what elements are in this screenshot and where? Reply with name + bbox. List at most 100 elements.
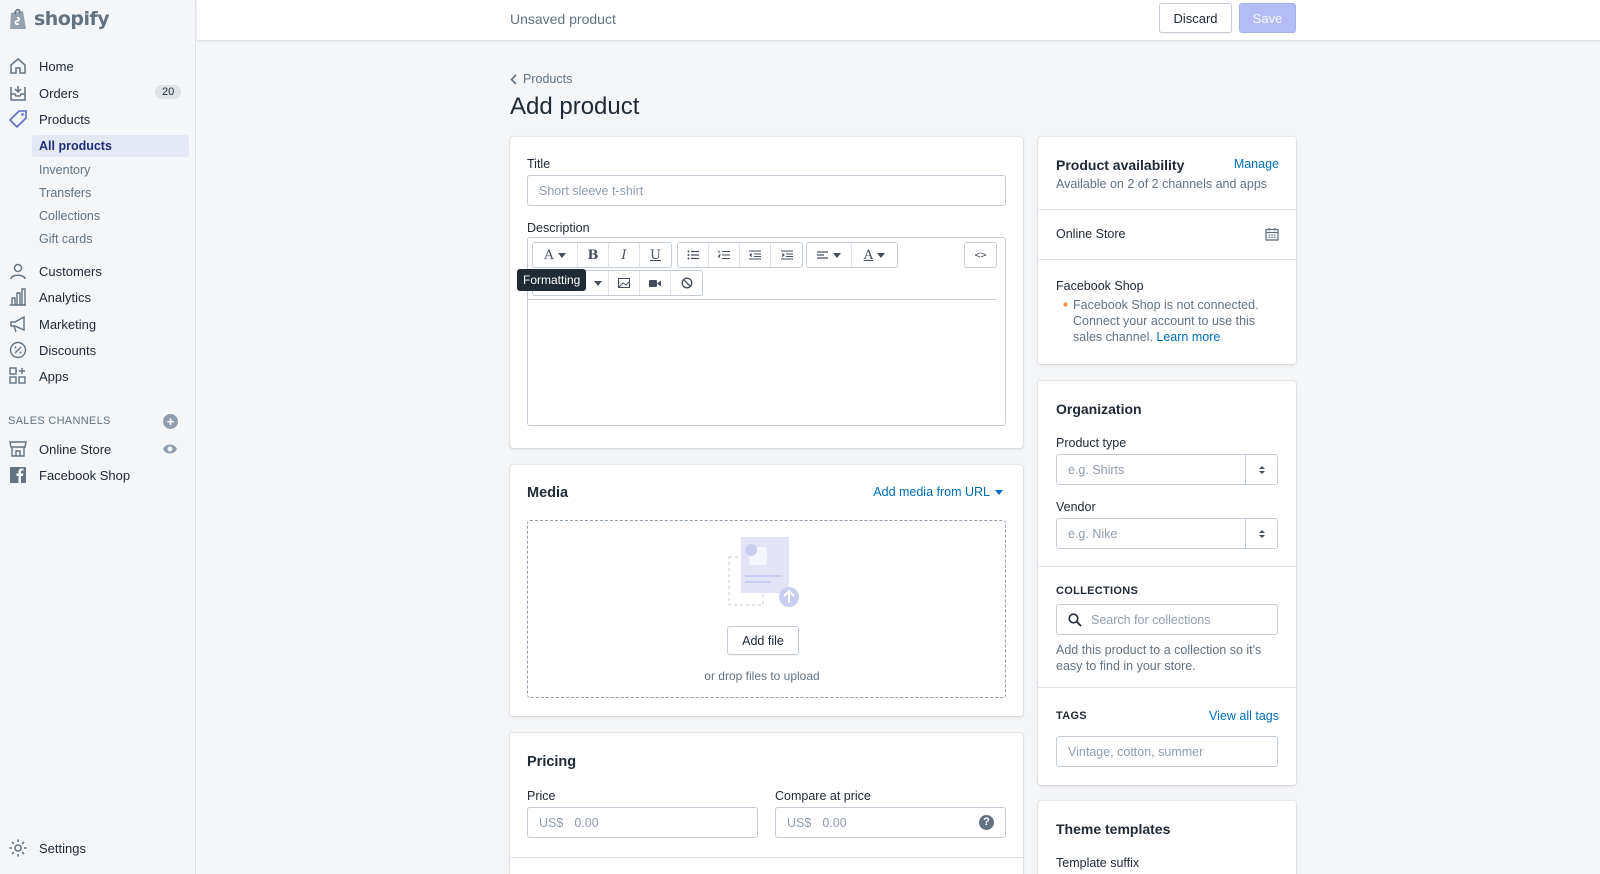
align-dropdown[interactable]	[807, 243, 852, 267]
top-bar: Unsaved product Discard Save	[197, 0, 1600, 41]
sub-collections[interactable]: Collections	[32, 205, 189, 227]
shopify-logo[interactable]: shopify	[8, 5, 110, 33]
select-arrows-icon	[1245, 519, 1277, 548]
brand-name: shopify	[34, 8, 110, 30]
product-type-label: Product type	[1056, 436, 1127, 450]
nav-orders[interactable]: Orders 20	[0, 80, 196, 106]
clear-formatting-button[interactable]	[671, 271, 702, 295]
theme-templates-heading: Theme templates	[1056, 821, 1171, 837]
view-all-tags-link[interactable]: View all tags	[1209, 709, 1279, 723]
discard-button[interactable]: Discard	[1159, 3, 1232, 33]
html-source-button[interactable]: <>	[965, 243, 996, 267]
price-input[interactable]: US$ 0.00	[527, 807, 758, 838]
store-icon	[9, 441, 27, 457]
toolbar-group-html: <>	[964, 242, 997, 268]
nav-label: Apps	[39, 368, 69, 384]
search-icon	[1068, 613, 1082, 627]
bullet-list-button[interactable]	[678, 243, 709, 267]
title-label: Title	[527, 157, 551, 171]
pricing-heading: Pricing	[527, 754, 577, 770]
insert-image-button[interactable]	[609, 271, 640, 295]
text-color-dropdown[interactable]: A	[852, 243, 897, 267]
currency-prefix: US$	[787, 815, 812, 830]
sub-transfers[interactable]: Transfers	[32, 182, 189, 204]
underline-button[interactable]: U	[640, 243, 671, 267]
nav-customers[interactable]: Customers	[0, 258, 196, 284]
organization-divider	[1038, 687, 1296, 688]
nav-label: Products	[39, 111, 91, 127]
media-heading: Media	[527, 485, 569, 501]
caret-down-icon	[995, 489, 1003, 495]
nav-discounts[interactable]: Discounts	[0, 337, 196, 363]
shopify-bag-icon	[10, 8, 26, 29]
product-type-select[interactable]: e.g. Shirts	[1056, 454, 1278, 485]
toolbar-group-align: A	[806, 242, 898, 268]
availability-card: Product availability Manage Available on…	[1038, 137, 1296, 364]
eye-icon[interactable]	[162, 442, 178, 456]
tags-heading: TAGS	[1056, 710, 1087, 722]
italic-button[interactable]: I	[609, 243, 640, 267]
add-channel-icon[interactable]: +	[163, 414, 178, 429]
nav-products[interactable]: Products	[0, 106, 196, 132]
availability-subtitle: Available on 2 of 2 channels and apps	[1056, 177, 1268, 191]
nav-apps[interactable]: Apps	[0, 363, 196, 389]
nav-label: Facebook Shop	[39, 467, 131, 483]
nav-home[interactable]: Home	[0, 53, 196, 79]
insert-video-button[interactable]	[640, 271, 671, 295]
availability-heading: Product availability	[1056, 157, 1185, 173]
font-style-dropdown[interactable]: A	[533, 243, 578, 267]
pricing-card: Pricing Price US$ 0.00 Compare at price …	[510, 733, 1023, 874]
calendar-icon[interactable]	[1265, 227, 1279, 241]
nav-marketing[interactable]: Marketing	[0, 311, 196, 337]
sub-gift-cards[interactable]: Gift cards	[32, 228, 189, 250]
bold-button[interactable]: B	[578, 243, 609, 267]
formatting-tooltip: Formatting	[517, 269, 587, 291]
online-store-channel: Online Store	[1056, 227, 1126, 241]
nav-facebook-shop[interactable]: Facebook Shop	[0, 462, 196, 488]
facebook-shop-channel: Facebook Shop	[1056, 279, 1144, 293]
chevron-left-icon	[510, 73, 517, 85]
tags-input[interactable]: Vintage, cotton, summer	[1056, 736, 1278, 767]
manage-link[interactable]: Manage	[1234, 157, 1279, 171]
collections-placeholder: Search for collections	[1091, 612, 1211, 627]
unsaved-status: Unsaved product	[510, 11, 616, 27]
add-media-url-label: Add media from URL	[873, 485, 990, 499]
vendor-select[interactable]: e.g. Nike	[1056, 518, 1278, 549]
vendor-label: Vendor	[1056, 500, 1096, 514]
nav-online-store[interactable]: Online Store	[0, 436, 196, 462]
save-button[interactable]: Save	[1239, 3, 1296, 33]
add-file-button[interactable]: Add file	[727, 626, 799, 655]
title-input[interactable]: Short sleeve t-shirt	[527, 175, 1006, 206]
help-icon[interactable]: ?	[979, 815, 994, 830]
price-placeholder: 0.00	[574, 815, 599, 830]
nav-analytics[interactable]: Analytics	[0, 284, 196, 310]
person-icon	[10, 263, 26, 280]
sub-all-products[interactable]: All products	[32, 135, 189, 157]
facebook-icon	[10, 467, 26, 483]
media-dropzone[interactable]: Add file or drop files to upload	[527, 520, 1006, 698]
organization-divider	[1038, 566, 1296, 567]
indent-button[interactable]	[771, 243, 802, 267]
collections-help-text: Add this product to a collection so it's…	[1056, 643, 1262, 673]
bar-chart-icon	[10, 288, 26, 306]
product-type-placeholder: e.g. Shirts	[1068, 462, 1125, 477]
compare-price-input[interactable]: US$ 0.00 ?	[775, 807, 1006, 838]
outdent-button[interactable]	[740, 243, 771, 267]
vendor-placeholder: e.g. Nike	[1068, 526, 1118, 541]
nav-settings[interactable]: Settings	[0, 835, 196, 861]
numbered-list-button[interactable]	[709, 243, 740, 267]
add-media-url-dropdown[interactable]: Add media from URL	[873, 485, 1003, 499]
sales-channels-heading: SALES CHANNELS	[8, 415, 111, 427]
theme-templates-card: Theme templates Template suffix	[1038, 801, 1296, 874]
tag-icon	[8, 110, 27, 129]
learn-more-link[interactable]: Learn more	[1156, 330, 1220, 344]
collections-search-input[interactable]: Search for collections	[1056, 604, 1278, 635]
nav-label: Home	[39, 58, 74, 74]
sub-inventory[interactable]: Inventory	[32, 159, 189, 181]
currency-prefix: US$	[539, 815, 564, 830]
nav-label: Customers	[39, 263, 102, 279]
organization-heading: Organization	[1056, 401, 1142, 417]
description-label: Description	[527, 221, 590, 235]
breadcrumb[interactable]: Products	[510, 72, 572, 86]
pricing-divider	[510, 857, 1023, 858]
